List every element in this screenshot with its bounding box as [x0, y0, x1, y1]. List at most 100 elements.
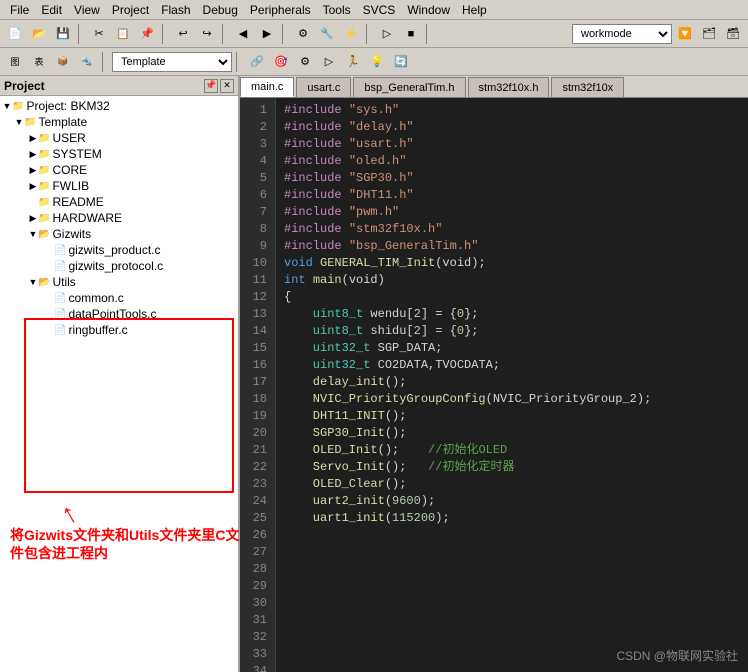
gizwits-product-file-icon: 📄	[54, 245, 66, 256]
core-expand-icon: ▶	[28, 165, 38, 176]
code-line: uint8_t shidu[2] = {0};	[284, 323, 740, 340]
tb2-settings-btn[interactable]: ⚙	[294, 51, 316, 73]
code-line: int main(void)	[284, 272, 740, 289]
tb2-config-btn[interactable]: 🔗	[246, 51, 268, 73]
panel-controls: 📌 ✕	[204, 79, 234, 93]
menu-file[interactable]: File	[4, 2, 35, 18]
tab-usart-c[interactable]: usart.c	[296, 77, 351, 97]
cut-button[interactable]: ✂	[88, 23, 110, 45]
tb2-reset-btn[interactable]: 🔄	[390, 51, 412, 73]
tree-root[interactable]: ▼ 📁 Project: BKM32	[0, 98, 238, 114]
hardware-label: HARDWARE	[52, 211, 122, 225]
utils-label: Utils	[52, 275, 75, 289]
code-line: #include "pwm.h"	[284, 204, 740, 221]
panel-pin-button[interactable]: 📌	[204, 79, 218, 93]
code-line: #include "usart.h"	[284, 136, 740, 153]
tree-fwlib[interactable]: ▶ 📁 FWLIB	[0, 178, 238, 194]
code-line: OLED_Clear();	[284, 476, 740, 493]
utils-expand-icon: ▼	[28, 277, 38, 287]
back-button[interactable]: ◀	[232, 23, 254, 45]
template-select[interactable]: Template	[112, 52, 232, 72]
tab-main-c[interactable]: main.c	[240, 77, 294, 97]
template-expand-icon: ▼	[14, 117, 24, 127]
open-button[interactable]: 📂	[28, 23, 50, 45]
root-label: Project: BKM32	[26, 99, 109, 113]
toolbar-separator-5	[366, 24, 372, 44]
menu-view[interactable]: View	[68, 2, 106, 18]
gizwits-product-label: gizwits_product.c	[68, 243, 160, 257]
menu-svcs[interactable]: SVCS	[357, 2, 402, 18]
tree-core[interactable]: ▶ 📁 CORE	[0, 162, 238, 178]
tree-system[interactable]: ▶ 📁 SYSTEM	[0, 146, 238, 162]
code-line: DHT11_INIT();	[284, 408, 740, 425]
root-expand-icon: ▼	[2, 101, 12, 111]
tb2-chip-btn[interactable]: 💡	[366, 51, 388, 73]
menu-project[interactable]: Project	[106, 2, 155, 18]
tree-hardware[interactable]: ▶ 📁 HARDWARE	[0, 210, 238, 226]
tree-template[interactable]: ▼ 📁 Template	[0, 114, 238, 130]
tree-readme[interactable]: 📁 README	[0, 194, 238, 210]
code-line: {	[284, 289, 740, 306]
menu-edit[interactable]: Edit	[35, 2, 68, 18]
debug-stop-button[interactable]: ■	[400, 23, 422, 45]
new-button[interactable]: 📄	[4, 23, 26, 45]
tree-user[interactable]: ▶ 📁 USER	[0, 130, 238, 146]
workmode-btn1[interactable]: 🔽	[674, 23, 696, 45]
tree-datapointtools[interactable]: 📄 dataPointTools.c	[0, 306, 238, 322]
tb2-target-btn[interactable]: 🎯	[270, 51, 292, 73]
rebuild-button[interactable]: 🔧	[316, 23, 338, 45]
gizwits-protocol-label: gizwits_protocol.c	[68, 259, 163, 273]
save-button[interactable]: 💾	[52, 23, 74, 45]
tb2-btn1[interactable]: 图	[4, 51, 26, 73]
build-button[interactable]: ⚙	[292, 23, 314, 45]
menu-debug[interactable]: Debug	[197, 2, 244, 18]
redo-button[interactable]: ↪	[196, 23, 218, 45]
code-line: #include "oled.h"	[284, 153, 740, 170]
menu-peripherals[interactable]: Peripherals	[244, 2, 317, 18]
template-folder-icon: 📁	[24, 117, 36, 128]
workmode-btn2[interactable]: 🗂	[698, 23, 720, 45]
tree-gizwits-protocol[interactable]: 📄 gizwits_protocol.c	[0, 258, 238, 274]
user-expand-icon: ▶	[28, 133, 38, 144]
tree-gizwits-product[interactable]: 📄 gizwits_product.c	[0, 242, 238, 258]
tb2-btn3[interactable]: 📦	[52, 51, 74, 73]
flash-button[interactable]: ⚡	[340, 23, 362, 45]
fwd-button[interactable]: ▶	[256, 23, 278, 45]
user-folder-icon: 📁	[38, 133, 50, 144]
code-line: #include "stm32f10x.h"	[284, 221, 740, 238]
tab-stm32f10x[interactable]: stm32f10x	[551, 77, 624, 97]
tab-stm32f10x-h[interactable]: stm32f10x.h	[468, 77, 550, 97]
workmode-btn3[interactable]: 🗃	[722, 23, 744, 45]
paste-button[interactable]: 📌	[136, 23, 158, 45]
toolbar2-sep2	[236, 52, 242, 72]
tree-ringbuffer[interactable]: 📄 ringbuffer.c	[0, 322, 238, 338]
copy-button[interactable]: 📋	[112, 23, 134, 45]
tb2-run-btn[interactable]: ▷	[318, 51, 340, 73]
code-line: #include "sys.h"	[284, 102, 740, 119]
line-numbers: 1234567891011121314151617181920212223242…	[240, 98, 276, 672]
tree-gizwits[interactable]: ▼ 📂 Gizwits	[0, 226, 238, 242]
menubar: File Edit View Project Flash Debug Perip…	[0, 0, 748, 20]
code-line: NVIC_PriorityGroupConfig(NVIC_PriorityGr…	[284, 391, 740, 408]
code-line: SGP30_Init();	[284, 425, 740, 442]
tb2-btn4[interactable]: 🔩	[76, 51, 98, 73]
menu-window[interactable]: Window	[401, 2, 456, 18]
menu-tools[interactable]: Tools	[317, 2, 357, 18]
tree-utils[interactable]: ▼ 📂 Utils	[0, 274, 238, 290]
menu-help[interactable]: Help	[456, 2, 493, 18]
tree-common[interactable]: 📄 common.c	[0, 290, 238, 306]
fwlib-label: FWLIB	[52, 179, 89, 193]
panel-close-button[interactable]: ✕	[220, 79, 234, 93]
template-label: Template	[38, 115, 87, 129]
project-tree[interactable]: ▼ 📁 Project: BKM32 ▼ 📁 Template ▶ 📁 USER…	[0, 96, 238, 572]
workmode-select[interactable]: workmode	[572, 24, 672, 44]
code-line: #include "DHT11.h"	[284, 187, 740, 204]
tab-bsp-generaltim[interactable]: bsp_GeneralTim.h	[353, 77, 465, 97]
gizwits-protocol-file-icon: 📄	[54, 261, 66, 272]
menu-flash[interactable]: Flash	[155, 2, 196, 18]
debug-start-button[interactable]: ▷	[376, 23, 398, 45]
undo-button[interactable]: ↩	[172, 23, 194, 45]
code-line: uart2_init(9600);	[284, 493, 740, 510]
tb2-btn2[interactable]: 表	[28, 51, 50, 73]
tb2-run2-btn[interactable]: 🏃	[342, 51, 364, 73]
